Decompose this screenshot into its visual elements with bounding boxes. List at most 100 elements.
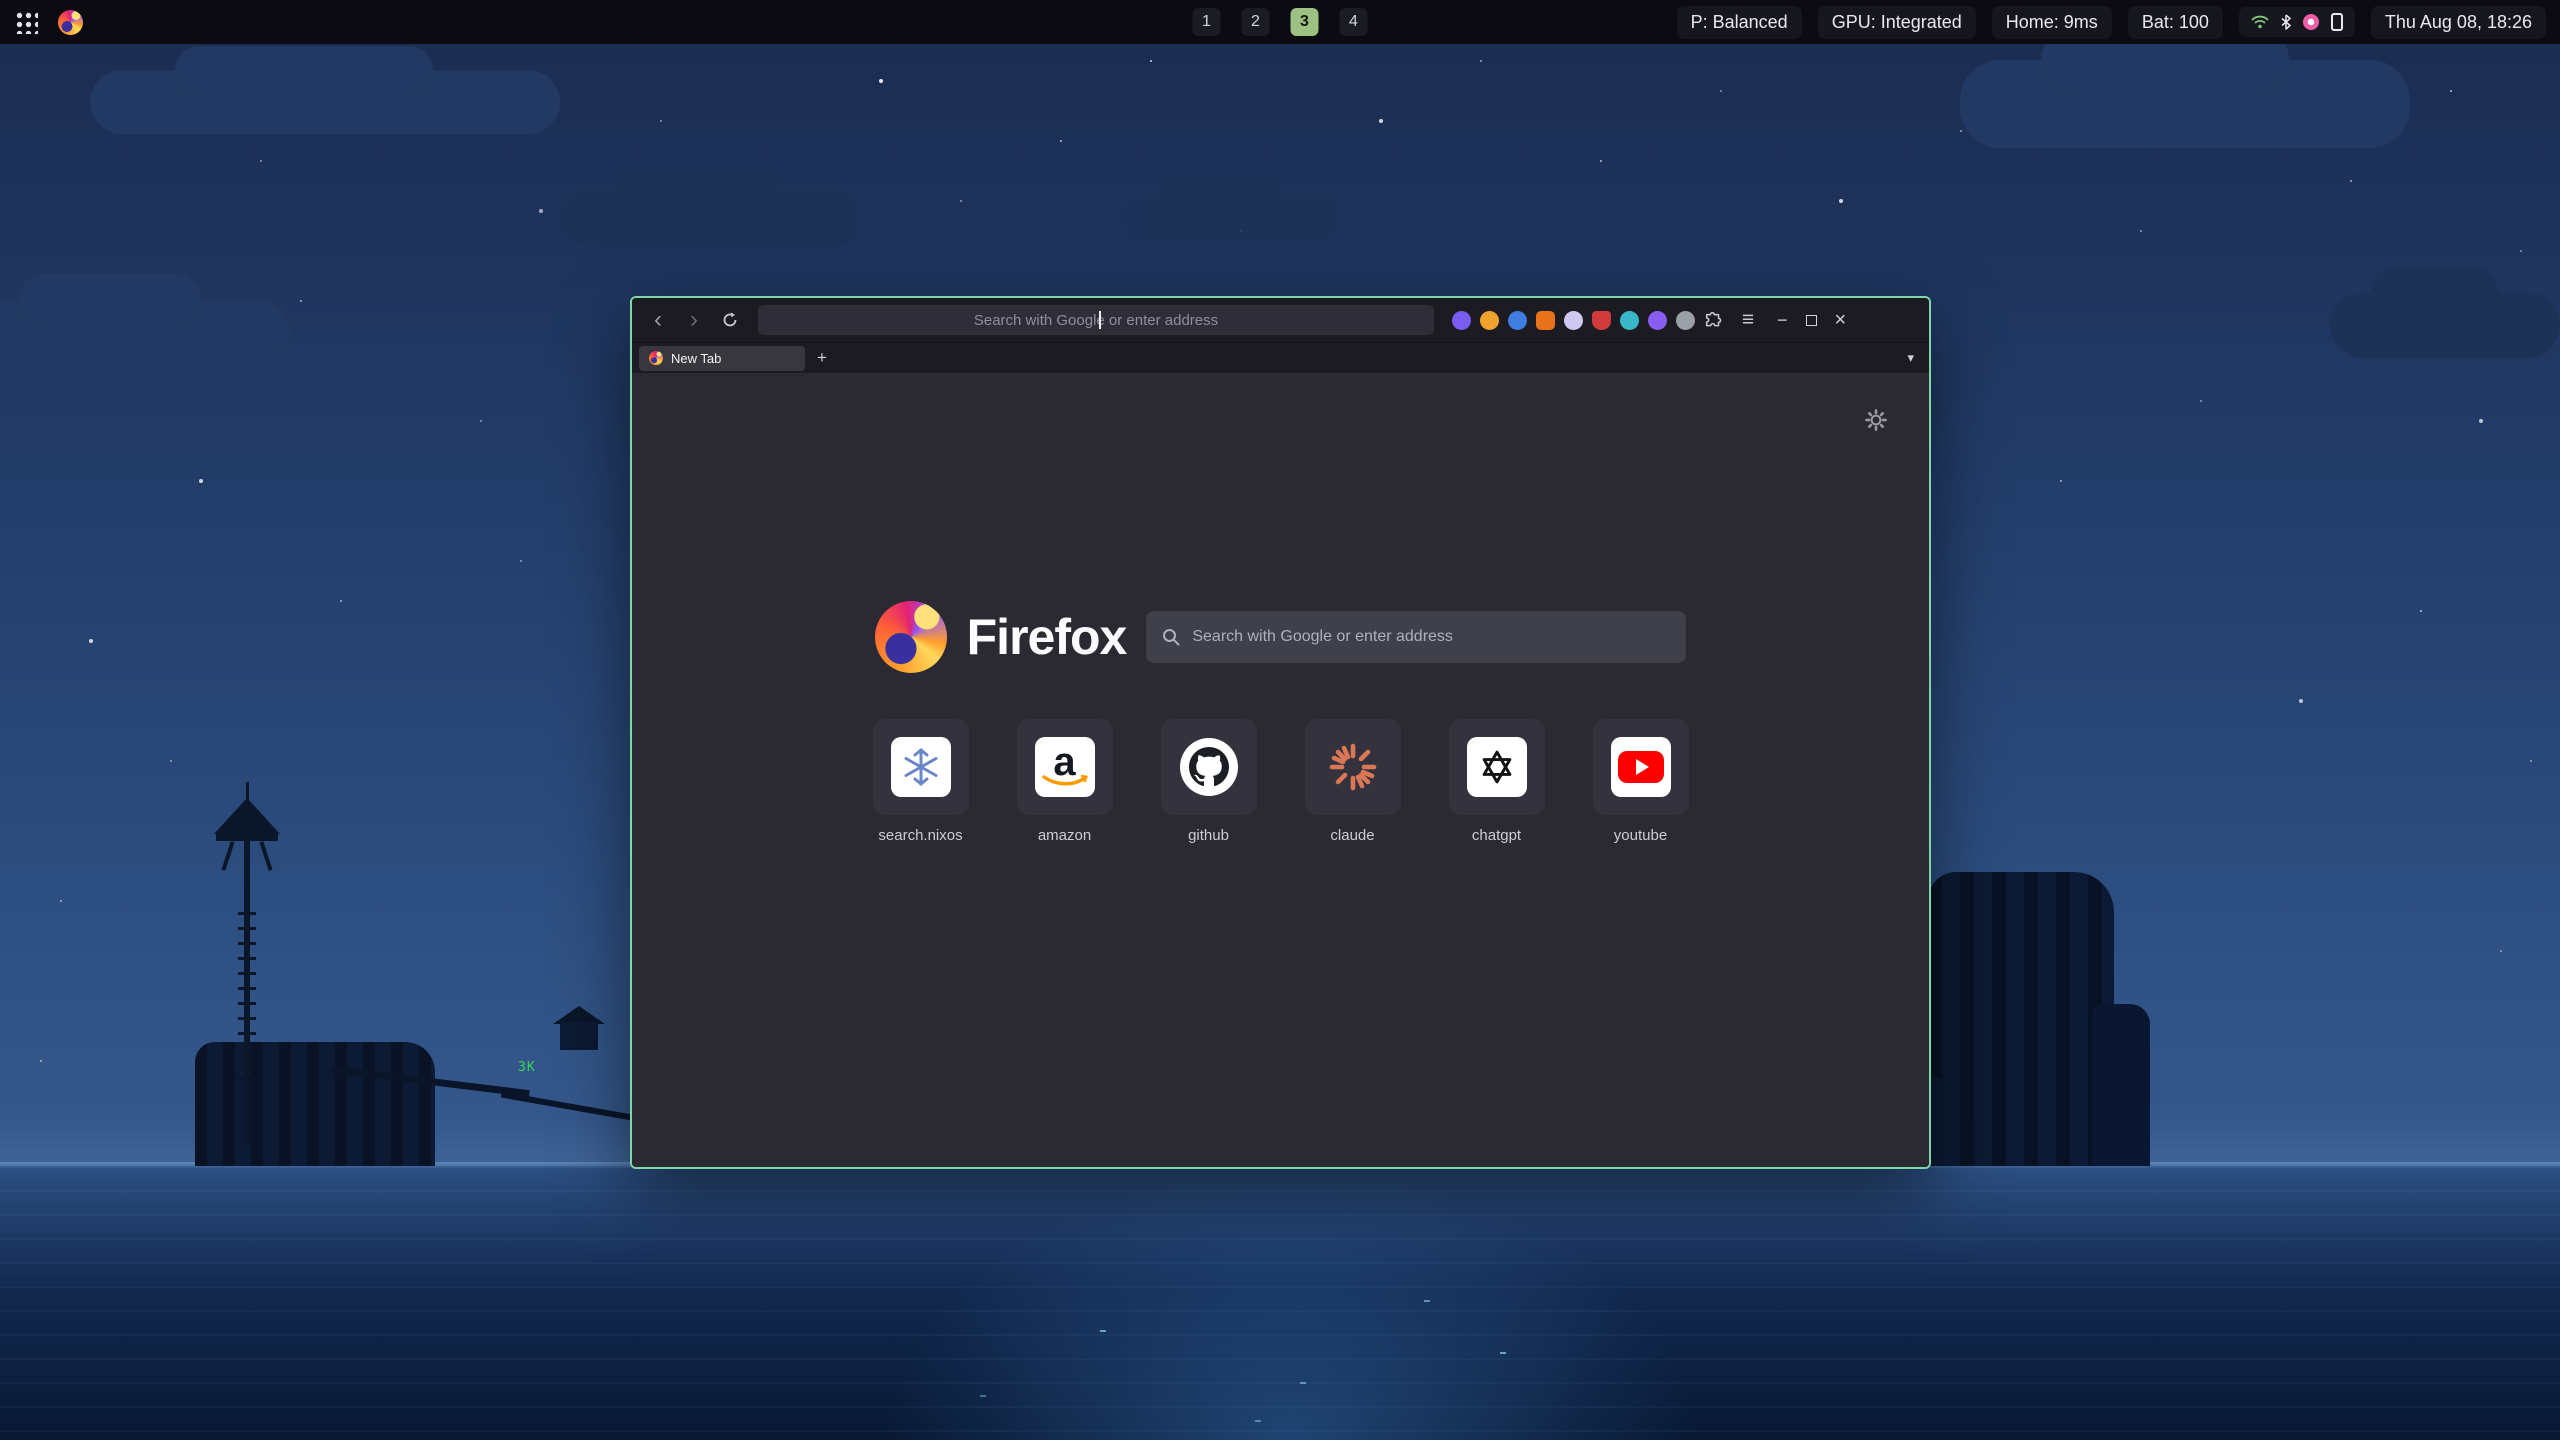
workspace-2[interactable]: 2 [1242, 8, 1270, 36]
extension-icon[interactable] [1648, 311, 1667, 330]
wifi-icon[interactable] [2251, 15, 2269, 29]
extension-icon[interactable] [1592, 311, 1611, 330]
extension-icon[interactable] [1508, 311, 1527, 330]
text-caret [1099, 311, 1101, 329]
shortcut-label: youtube [1614, 827, 1667, 844]
newtab-search-box[interactable] [1146, 611, 1686, 663]
shortcut-card: a [1017, 719, 1113, 815]
cloud [1120, 196, 1340, 240]
minimize-button[interactable]: − [1777, 310, 1788, 331]
shortcut-card [1161, 719, 1257, 815]
shortcut-card [1449, 719, 1545, 815]
device-tray-icon[interactable] [2331, 13, 2343, 31]
system-tray [2239, 7, 2355, 37]
amazon-smile-icon [1041, 774, 1089, 788]
cloud [560, 190, 860, 246]
topbar-status: P: Balanced GPU: Integrated Home: 9ms Ba… [1677, 6, 2546, 39]
wallpaper-sign: 3K [518, 1060, 536, 1075]
watchtower-ladder [238, 900, 256, 1080]
firefox-launcher-icon[interactable] [58, 10, 83, 35]
youtube-play-icon [1611, 737, 1671, 797]
amazon-a-icon: a [1035, 737, 1095, 797]
cloud [0, 300, 290, 368]
extension-icon[interactable] [1676, 311, 1695, 330]
watchtower-finial [246, 782, 249, 800]
workspace-1[interactable]: 1 [1193, 8, 1221, 36]
shortcut-search-nixos[interactable]: search.nixos [873, 719, 969, 844]
openai-icon [1467, 737, 1527, 797]
extensions-puzzle-icon[interactable] [1699, 305, 1729, 335]
tab-new-tab[interactable]: New Tab [639, 346, 805, 371]
firefox-favicon [649, 351, 663, 365]
top-bar: 1 2 3 4 P: Balanced GPU: Integrated Home… [0, 0, 2560, 44]
close-button[interactable]: × [1835, 309, 1847, 332]
island-left-rocks [195, 1042, 435, 1166]
reload-button[interactable] [714, 305, 746, 335]
shortcut-label: github [1188, 827, 1229, 844]
power-profile-status: P: Balanced [1677, 6, 1802, 39]
list-all-tabs-button[interactable]: ▾ [1899, 350, 1922, 366]
browser-toolbar: ‹ › [632, 298, 1929, 342]
new-tab-button[interactable]: + [809, 346, 835, 371]
workspace-4[interactable]: 4 [1340, 8, 1368, 36]
cloud [1960, 60, 2410, 148]
newtab-search-input[interactable] [1192, 628, 1670, 646]
newtab-page: Firefox [632, 373, 1929, 1167]
shortcut-label: amazon [1038, 827, 1091, 844]
claude-starburst-icon [1327, 741, 1379, 793]
gpu-status: GPU: Integrated [1818, 6, 1976, 39]
clock: Thu Aug 08, 18:26 [2371, 6, 2546, 39]
back-button[interactable]: ‹ [642, 305, 674, 335]
shortcut-card [873, 719, 969, 815]
app-launcher-icon[interactable] [14, 10, 38, 34]
cloud [90, 70, 560, 134]
extension-icon[interactable] [1480, 311, 1499, 330]
workspace-switcher: 1 2 3 4 [1193, 0, 1368, 44]
watchtower-roof [214, 798, 280, 834]
hut [560, 1022, 598, 1050]
extensions-row [1452, 311, 1695, 330]
firefox-wordmark: Firefox [967, 608, 1127, 666]
workspace-3-active[interactable]: 3 [1291, 8, 1319, 36]
shortcut-label: claude [1330, 827, 1374, 844]
tab-title: New Tab [671, 351, 721, 366]
shortcut-github[interactable]: github [1161, 719, 1257, 844]
latency-status: Home: 9ms [1992, 6, 2112, 39]
maximize-icon [1806, 315, 1817, 326]
tab-bar: New Tab + ▾ [632, 342, 1929, 373]
shortcut-chatgpt[interactable]: chatgpt [1449, 719, 1545, 844]
search-icon [1162, 628, 1180, 646]
shortcut-label: chatgpt [1472, 827, 1521, 844]
play-triangle-icon [1636, 759, 1649, 775]
extension-icon[interactable] [1564, 311, 1583, 330]
newtab-hero: Firefox [632, 601, 1929, 673]
shortcut-amazon[interactable]: a amazon [1017, 719, 1113, 844]
extension-icon[interactable] [1536, 311, 1555, 330]
media-tray-icon[interactable] [2303, 14, 2319, 30]
island-right-cliff [1928, 872, 2114, 1166]
url-bar[interactable] [758, 305, 1434, 335]
shortcut-youtube[interactable]: youtube [1593, 719, 1689, 844]
firefox-logo [875, 601, 947, 673]
cloud [2330, 292, 2560, 358]
shortcut-claude[interactable]: claude [1305, 719, 1401, 844]
menu-button[interactable]: ≡ [1733, 305, 1763, 335]
bluetooth-icon[interactable] [2281, 14, 2291, 30]
extension-icon[interactable] [1620, 311, 1639, 330]
shortcut-card [1593, 719, 1689, 815]
nixos-snowflake-icon [891, 737, 951, 797]
url-input[interactable] [758, 305, 1434, 335]
reload-icon [722, 312, 738, 328]
forward-button[interactable]: › [678, 305, 710, 335]
topbar-left [14, 10, 83, 35]
wallpaper-ocean-glow [880, 1166, 1700, 1440]
desktop: 3K 1 2 3 4 P: Balanced GPU: Integrated H… [0, 0, 2560, 1440]
github-octocat-icon [1180, 738, 1238, 796]
shortcut-card [1305, 719, 1401, 815]
island-right-spur [2092, 1004, 2150, 1166]
extension-icon[interactable] [1452, 311, 1471, 330]
youtube-badge [1618, 751, 1664, 783]
newtab-settings-gear-icon[interactable] [1865, 409, 1887, 436]
maximize-button[interactable] [1806, 315, 1817, 326]
shortcut-label: search.nixos [878, 827, 962, 844]
